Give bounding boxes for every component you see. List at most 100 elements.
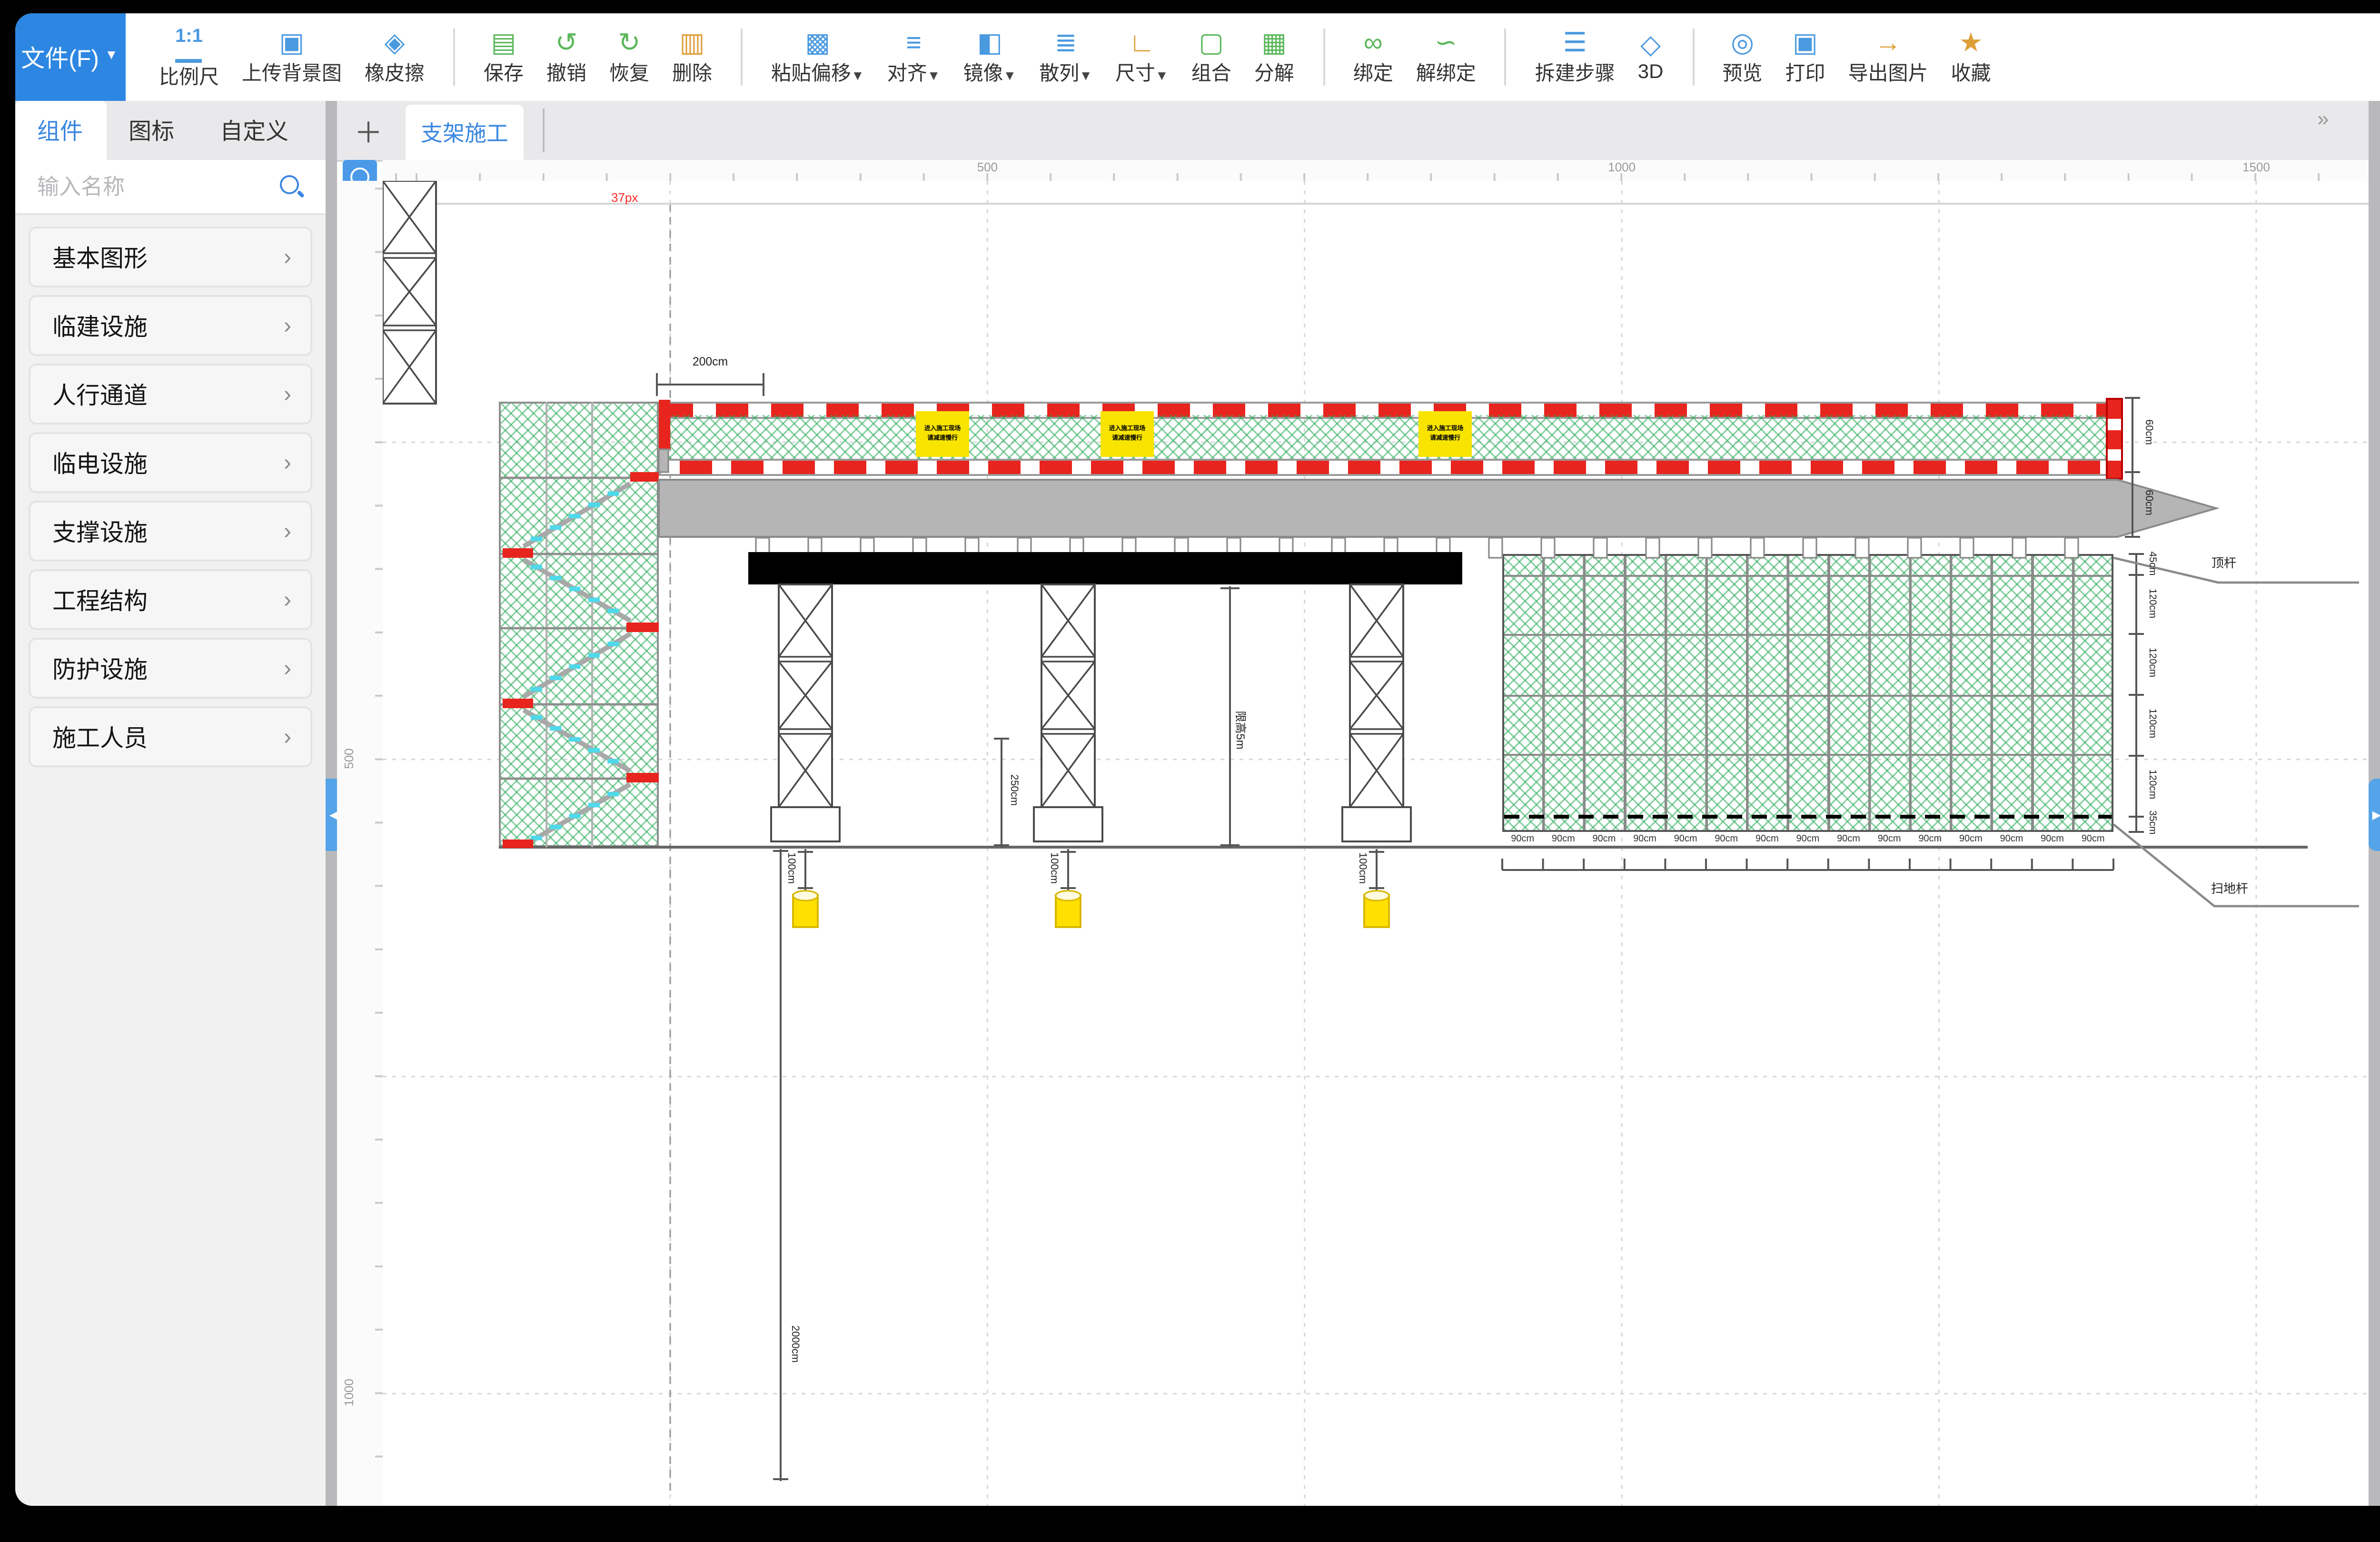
chevron-right-icon: › xyxy=(284,380,310,406)
sidebar-tab-自定义[interactable]: 自定义 xyxy=(197,100,311,160)
column-plinths xyxy=(771,807,1411,841)
ruler-horizontal[interactable]: 500 1000 1500 xyxy=(383,160,2369,183)
category-label: 临电设施 xyxy=(30,444,284,480)
file-menu-button[interactable]: 文件(F) ▼ xyxy=(14,13,125,100)
toolbar-delete-button[interactable]: ▥删除 xyxy=(672,26,712,87)
bay-dim: 90cm xyxy=(1625,833,1666,844)
toolbar-scale-ruler-button[interactable]: 1:1比例尺 xyxy=(159,22,219,91)
toolbar-group-button[interactable]: ▢组合 xyxy=(1191,26,1231,87)
group-icon: ▢ xyxy=(1199,26,1224,59)
three-d-icon: ◇ xyxy=(1640,29,1661,61)
sidebar-item-支撑设施[interactable]: 支撑设施› xyxy=(28,500,312,561)
toolbar-upload-background-button[interactable]: ▣上传背景图 xyxy=(242,26,342,87)
dim-100cm: 100cm xyxy=(784,843,796,893)
bay-dim: 90cm xyxy=(2032,833,2073,844)
category-label: 支撑设施 xyxy=(30,512,284,548)
toolbar-eraser-button[interactable]: ◈橡皮擦 xyxy=(365,26,425,87)
sidebar-item-防护设施[interactable]: 防护设施› xyxy=(28,637,312,698)
dim-60cm: 60cm xyxy=(2142,404,2153,461)
toolbar-dimension-button[interactable]: ∟尺寸▼ xyxy=(1115,26,1169,87)
chevron-down-icon: ▼ xyxy=(851,70,864,83)
toolbar-scatter-button[interactable]: ≣散列▼ xyxy=(1039,26,1092,87)
bay-dim: 90cm xyxy=(1951,833,1992,844)
chevron-down-icon: ▼ xyxy=(105,50,118,63)
dim-200cm: 200cm xyxy=(657,356,764,369)
toolbar-preview-button[interactable]: ◎预览 xyxy=(1723,26,1763,87)
toolbar: 文件(F) ▼ 1:1比例尺 ▣上传背景图 ◈橡皮擦 ▤保存 ↺撤销 ↻恢复 ▥删除 ▩粘贴偏… xyxy=(14,13,2380,102)
sidebar-item-基本图形[interactable]: 基本图形› xyxy=(28,226,312,287)
ruler-number: 1000 xyxy=(1593,162,1650,175)
chevron-right-icon: › xyxy=(284,722,310,749)
category-label: 工程结构 xyxy=(30,581,284,617)
sidebar-item-临电设施[interactable]: 临电设施› xyxy=(28,431,312,492)
add-tab-button[interactable]: ＋ xyxy=(354,111,383,151)
delete-icon: ▥ xyxy=(680,26,705,59)
toolbar-undo-button[interactable]: ↺撤销 xyxy=(546,26,586,87)
ruler-number: 500 xyxy=(959,162,1016,175)
road-arrow xyxy=(659,480,2216,537)
build-steps-icon: ☰ xyxy=(1563,26,1587,59)
sidebar-item-人行通道[interactable]: 人行通道› xyxy=(28,363,312,424)
toolbar-build-steps-button[interactable]: ☰拆建步骤 xyxy=(1535,26,1615,87)
chevron-right-icon: › xyxy=(284,448,310,475)
toolbar-label: 比例尺 xyxy=(159,62,219,91)
chevron-right-icon: › xyxy=(284,243,310,269)
chevron-down-icon: ▼ xyxy=(927,70,941,83)
toolbar-save-button[interactable]: ▤保存 xyxy=(484,26,524,87)
chevron-down-icon: ▼ xyxy=(1079,70,1092,83)
collapse-panel-handle[interactable]: ▶ xyxy=(2369,779,2380,851)
ruler-number: 1500 xyxy=(2228,162,2285,175)
bay-dim: 90cm xyxy=(1502,833,1543,844)
sidebar-item-临建设施[interactable]: 临建设施› xyxy=(28,294,312,355)
toolbar-paste-offset-button[interactable]: ▩粘贴偏移▼ xyxy=(771,26,864,87)
sidebar-tab-组件[interactable]: 组件 xyxy=(14,100,106,160)
dim-200cm-lines xyxy=(657,373,764,396)
ruler-number: 1000 xyxy=(344,1364,357,1421)
toolbar-export-image-button[interactable]: →导出图片 xyxy=(1848,26,1928,87)
toolbar-favorite-button[interactable]: ★收藏 xyxy=(1951,26,1991,87)
toolbar-label: 删除 xyxy=(672,59,712,87)
ruler-number: 500 xyxy=(344,730,357,787)
toolbar-label: 预览 xyxy=(1723,59,1763,87)
print-icon: ▣ xyxy=(1793,26,1818,59)
toolbar-ungroup-button[interactable]: ▦分解 xyxy=(1254,26,1294,87)
paste-offset-icon: ▩ xyxy=(805,26,830,59)
toolbar-separator xyxy=(1692,28,1694,85)
toolbar-separator xyxy=(741,28,743,85)
toolbar-redo-button[interactable]: ↻恢复 xyxy=(609,26,649,87)
toolbar-tools: 1:1比例尺 ▣上传背景图 ◈橡皮擦 ▤保存 ↺撤销 ↻恢复 ▥删除 ▩粘贴偏移▼ ≡对齐▼ ◧镜… xyxy=(125,13,2003,100)
document-tabbar: ＋ 支架施工 » xyxy=(337,100,2369,162)
bay-dim: 90cm xyxy=(1787,833,1828,844)
drawing-canvas[interactable]: 进入施工现场请减速慢行进入施工现场请减速慢行进入施工现场请减速慢行 xyxy=(383,181,2369,1506)
sidebar-tab-图标[interactable]: 图标 xyxy=(106,100,197,160)
search-input[interactable]: 输入名称 xyxy=(14,171,276,202)
toolbar-bind-button[interactable]: ∞绑定 xyxy=(1353,26,1393,87)
bay-dim: 90cm xyxy=(1665,833,1706,844)
stair-treads xyxy=(531,491,619,840)
chevron-right-icon: › xyxy=(284,517,310,544)
tab-document[interactable]: 支架施工 xyxy=(406,105,524,160)
dim-2000cm-lines xyxy=(773,849,788,1481)
save-icon: ▤ xyxy=(491,26,516,59)
sidebar-item-施工人员[interactable]: 施工人员› xyxy=(28,705,312,766)
search-icon[interactable] xyxy=(276,171,307,202)
toolbar-unbind-button[interactable]: ∽解绑定 xyxy=(1416,26,1476,87)
toolbar-label: 撤销 xyxy=(546,59,586,87)
favorite-icon: ★ xyxy=(1959,26,1983,59)
toolbar-print-button[interactable]: ▣打印 xyxy=(1785,26,1825,87)
tabbar-collapse-icon[interactable]: » xyxy=(2317,108,2329,130)
toolbar-align-button[interactable]: ≡对齐▼ xyxy=(887,26,941,87)
dimension-icon: ∟ xyxy=(1129,26,1155,59)
wall-chain-dim: 120cm xyxy=(2146,634,2157,691)
bay-dim: 90cm xyxy=(1706,833,1747,844)
bind-icon: ∞ xyxy=(1364,26,1383,59)
toolbar-label: 分解 xyxy=(1254,59,1294,87)
toolbar-mirror-button[interactable]: ◧镜像▼ xyxy=(963,26,1017,87)
toolbar-three-d-button[interactable]: ◇3D xyxy=(1638,29,1664,84)
ruler-vertical[interactable]: 500 1000 xyxy=(337,181,385,1506)
sidebar-item-工程结构[interactable]: 工程结构› xyxy=(28,568,312,629)
wall-chain-dim: 120cm xyxy=(2146,695,2157,752)
bay-dim-chain xyxy=(1502,859,2113,870)
toolbar-label: 保存 xyxy=(484,59,524,87)
category-list: 基本图形›临建设施›人行通道›临电设施›支撑设施›工程结构›防护设施›施工人员› xyxy=(14,226,326,774)
